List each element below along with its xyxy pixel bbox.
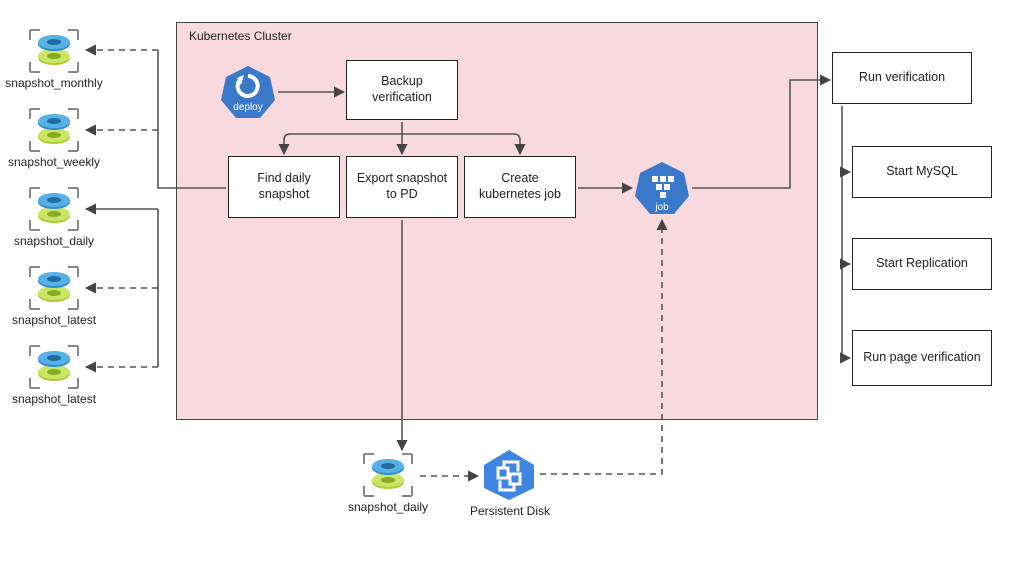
snapshot-label-latest-1: snapshot_latest [0,313,114,327]
backup-verification-box: Backup verification [346,60,458,120]
cluster-title: Kubernetes Cluster [189,29,292,43]
snapshot-icon [26,186,82,232]
run-verification-box: Run verification [832,52,972,104]
snapshot-label-monthly: snapshot_monthly [0,76,114,90]
persistent-disk-icon [480,448,538,502]
snapshot-label-weekly: snapshot_weekly [0,155,114,169]
snapshot-icon [26,28,82,74]
snapshot-label-latest-2: snapshot_latest [0,392,114,406]
export-pd-box: Export snapshot to PD [346,156,458,218]
persistent-disk-label: Persistent Disk [450,504,570,518]
snapshot-icon [360,452,416,498]
snapshot-daily-bottom-label: snapshot_daily [328,500,448,514]
start-mysql-box: Start MySQL [852,146,992,198]
find-daily-box: Find daily snapshot [228,156,340,218]
job-label: job [654,202,669,213]
start-replication-box: Start Replication [852,238,992,290]
deploy-icon: deploy [220,64,276,122]
snapshot-icon [26,344,82,390]
job-icon: job [634,160,690,218]
deploy-label: deploy [233,102,262,113]
snapshot-icon [26,265,82,311]
snapshot-label-daily: snapshot_daily [0,234,114,248]
run-page-verification-box: Run page verification [852,330,992,386]
create-job-box: Create kubernetes job [464,156,576,218]
snapshot-icon [26,107,82,153]
